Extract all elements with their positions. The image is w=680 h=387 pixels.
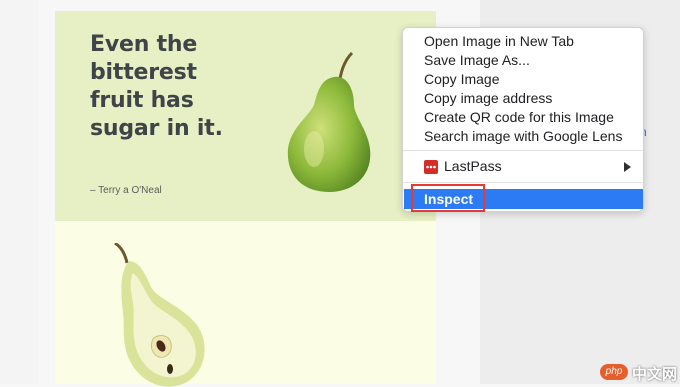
quote-line: sugar in it. xyxy=(90,116,223,141)
quote-line: Even the xyxy=(90,32,198,57)
lastpass-icon xyxy=(424,160,438,174)
menu-item-lastpass[interactable]: LastPass xyxy=(403,157,643,177)
annotation-highlight-box xyxy=(411,184,485,212)
menu-item-search-google-lens[interactable]: Search image with Google Lens xyxy=(403,127,643,146)
menu-item-open-image-new-tab[interactable]: Open Image in New Tab xyxy=(403,32,643,51)
menu-item-create-qr-code[interactable]: Create QR code for this Image xyxy=(403,108,643,127)
watermark-badge: php xyxy=(600,364,628,380)
menu-separator xyxy=(403,182,643,183)
menu-item-copy-image-address[interactable]: Copy image address xyxy=(403,89,643,108)
menu-item-copy-image[interactable]: Copy Image xyxy=(403,70,643,89)
quote-line: fruit has xyxy=(90,88,194,113)
pear-image[interactable] xyxy=(284,49,374,194)
pear-half-image[interactable] xyxy=(101,243,211,387)
menu-item-save-image-as[interactable]: Save Image As... xyxy=(403,51,643,70)
menu-separator xyxy=(403,150,643,151)
watermark-text: 中文网 xyxy=(632,366,678,383)
submenu-arrow-icon xyxy=(624,162,631,172)
quote-text: Even the bitterest fruit has sugar in it… xyxy=(90,31,290,143)
watermark: php 中文网 xyxy=(600,362,678,383)
quote-line: bitterest xyxy=(90,60,197,85)
menu-item-label: LastPass xyxy=(444,158,502,174)
quote-author: – Terry a O'Neal xyxy=(90,185,162,196)
page-left-margin xyxy=(0,0,38,384)
quote-card: Even the bitterest fruit has sugar in it… xyxy=(55,11,436,221)
secondary-card xyxy=(55,221,436,387)
